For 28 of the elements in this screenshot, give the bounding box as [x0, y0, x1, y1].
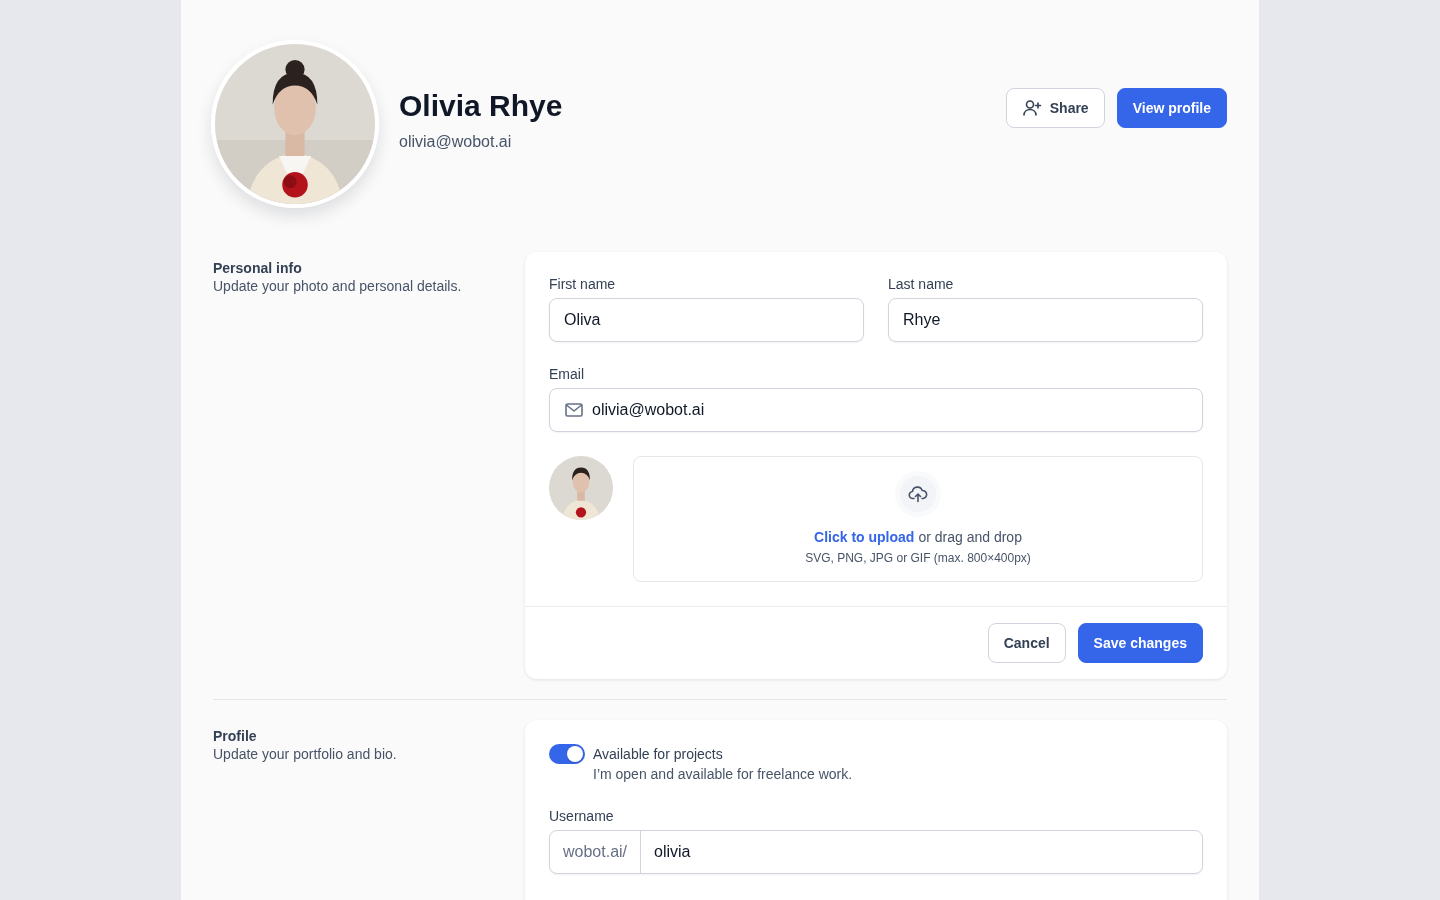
- add-user-icon: [1021, 98, 1042, 118]
- mail-icon: [564, 400, 584, 420]
- email-field[interactable]: olivia@wobot.ai: [549, 388, 1203, 432]
- toggle-label: Available for projects: [593, 745, 724, 764]
- share-button[interactable]: Share: [1005, 88, 1105, 128]
- view-profile-button[interactable]: View profile: [1116, 88, 1227, 128]
- upload-link[interactable]: Click to upload: [814, 529, 915, 545]
- field-label: First name: [549, 276, 617, 292]
- username-field[interactable]: wobot.ai/ olivia: [549, 830, 1203, 874]
- field-label: Username: [549, 808, 615, 824]
- profile-email: olivia@wobot.ai: [399, 133, 513, 151]
- upload-text: or drag and drop: [918, 529, 1022, 545]
- toggle-description: I’m open and available for freelance work.: [593, 765, 853, 784]
- upload-cloud-icon: [895, 471, 941, 517]
- upload-dropzone[interactable]: Click to upload or drag and drop SVG, PNG, JPG or GIF (max. 800×400px): [633, 456, 1203, 582]
- input-field[interactable]: Rhye: [888, 298, 1203, 342]
- section-description: Update your photo and personal details.: [213, 278, 463, 294]
- upload-hint: SVG, PNG, JPG or GIF (max. 800×400px): [805, 551, 1031, 565]
- input-field[interactable]: Oliva: [549, 298, 864, 342]
- section-title: Profile: [213, 728, 258, 744]
- field-label: Email: [549, 366, 585, 382]
- cancel-button[interactable]: Cancel: [987, 623, 1066, 663]
- save-button[interactable]: Save changes: [1077, 623, 1203, 663]
- profile-name: Olivia Rhye: [399, 89, 564, 123]
- toggle-switch[interactable]: [549, 744, 585, 764]
- section-title: Personal info: [213, 260, 303, 276]
- section-description: Update your portfolio and bio.: [213, 746, 398, 762]
- field-label: Last name: [888, 276, 955, 292]
